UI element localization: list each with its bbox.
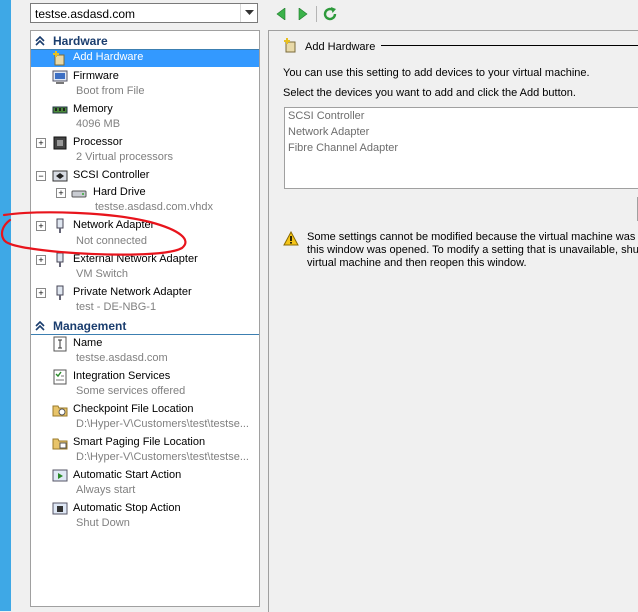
- tree-item-detail: Shut Down: [76, 517, 130, 529]
- tree-item-detail: Boot from File: [76, 85, 145, 97]
- tree-item-label: Processor: [73, 136, 123, 148]
- back-arrow-icon[interactable]: [270, 5, 292, 23]
- automatic-stop-icon: [52, 501, 68, 517]
- device-list[interactable]: SCSI Controller Network Adapter Fibre Ch…: [284, 107, 638, 189]
- tree-item-detail: VM Switch: [76, 268, 128, 280]
- tree-item-label: Add Hardware: [73, 51, 144, 63]
- warning-line: this window was opened. To modify a sett…: [307, 244, 638, 256]
- device-option[interactable]: Network Adapter: [288, 126, 369, 138]
- tree-item-detail: 2 Virtual processors: [76, 151, 174, 163]
- tree-item-firmware[interactable]: Firmware: [31, 69, 259, 86]
- add-hardware-icon: [52, 50, 68, 66]
- tree-item-label: External Network Adapter: [73, 253, 198, 265]
- collapse-chevron-icon[interactable]: [35, 320, 47, 331]
- expand-plus-icon[interactable]: +: [56, 188, 66, 198]
- processor-icon: [52, 135, 68, 151]
- tree-item-label: Automatic Stop Action: [73, 502, 181, 514]
- tree-item-label: Network Adapter: [73, 219, 155, 231]
- tree-item-hard-drive[interactable]: + Hard Drive: [31, 185, 259, 202]
- panel-title-label: Add Hardware: [305, 40, 376, 53]
- memory-icon: [52, 102, 68, 118]
- tree-item-detail: D:\Hyper-V\Customers\test\testse...: [76, 418, 249, 430]
- warning-line: virtual machine and then reopen this win…: [307, 257, 527, 269]
- collapse-chevron-icon[interactable]: [35, 35, 47, 46]
- tree-item-network-adapter[interactable]: + Network Adapter: [31, 218, 259, 235]
- panel-title: Add Hardware: [283, 37, 375, 56]
- tree-item-external-network-adapter[interactable]: + External Network Adapter: [31, 252, 259, 269]
- tree-item-label: Firmware: [73, 70, 119, 82]
- warning-line: Some settings cannot be modified because…: [307, 231, 638, 243]
- vm-selector-value: testse.asdasd.com: [35, 7, 136, 21]
- firmware-icon: [52, 69, 68, 85]
- tree-item-detail: Not connected: [76, 235, 147, 247]
- management-header-label: Management: [53, 318, 127, 333]
- tree-item-integration-services[interactable]: Integration Services: [31, 369, 259, 386]
- toolbar-separator: [316, 6, 317, 22]
- tree-item-detail: testse.asdasd.com: [76, 352, 168, 364]
- tree-item-name[interactable]: Name: [31, 336, 259, 353]
- navigation-toolbar: [270, 4, 341, 24]
- tree-item-private-network-adapter[interactable]: + Private Network Adapter: [31, 285, 259, 302]
- hard-drive-icon: [71, 185, 87, 201]
- add-hardware-icon: [283, 37, 299, 56]
- tree-item-smart-paging-file-location[interactable]: Smart Paging File Location: [31, 435, 259, 452]
- checkpoint-folder-icon: [52, 402, 68, 418]
- expand-plus-icon[interactable]: +: [36, 255, 46, 265]
- title-divider: [381, 45, 638, 46]
- device-option[interactable]: Fibre Channel Adapter: [288, 142, 398, 154]
- settings-tree: Hardware Add Hardware Firmware Boot from…: [30, 30, 260, 607]
- automatic-start-icon: [52, 468, 68, 484]
- expand-plus-icon[interactable]: +: [36, 221, 46, 231]
- intro-text: You can use this setting to add devices …: [283, 67, 590, 79]
- network-adapter-icon: [52, 285, 68, 301]
- warning-icon: [283, 230, 299, 249]
- forward-arrow-icon[interactable]: [292, 5, 314, 23]
- hardware-header-label: Hardware: [53, 33, 108, 48]
- instruction-text: Select the devices you want to add and c…: [283, 87, 576, 99]
- expand-plus-icon[interactable]: +: [36, 138, 46, 148]
- tree-item-label: Smart Paging File Location: [73, 436, 206, 448]
- tree-item-label: Integration Services: [73, 370, 171, 382]
- smart-paging-folder-icon: [52, 435, 68, 451]
- tree-item-label: SCSI Controller: [73, 169, 150, 181]
- device-option[interactable]: SCSI Controller: [288, 110, 364, 122]
- tree-item-label: Private Network Adapter: [73, 286, 192, 298]
- tree-item-automatic-start-action[interactable]: Automatic Start Action: [31, 468, 259, 485]
- tree-item-detail: Some services offered: [76, 385, 186, 397]
- window-edge-gap: [11, 0, 19, 611]
- window-edge-bar: [0, 0, 11, 611]
- tree-item-processor[interactable]: + Processor: [31, 135, 259, 152]
- tree-item-label: Hard Drive: [93, 186, 146, 198]
- tree-item-label: Memory: [73, 103, 113, 115]
- name-field-icon: [52, 336, 68, 352]
- add-hardware-panel: Add Hardware You can use this setting to…: [268, 30, 638, 612]
- tree-item-detail: testse.asdasd.com.vhdx: [95, 201, 214, 213]
- tree-item-memory[interactable]: Memory: [31, 102, 259, 119]
- tree-item-scsi-controller[interactable]: − SCSI Controller: [31, 168, 259, 185]
- tree-item-detail: Always start: [76, 484, 136, 496]
- vm-selector-dropdown[interactable]: testse.asdasd.com: [30, 3, 258, 23]
- tree-item-label: Name: [73, 337, 103, 349]
- integration-services-icon: [52, 369, 68, 385]
- refresh-icon[interactable]: [319, 5, 341, 23]
- tree-item-label: Checkpoint File Location: [73, 403, 194, 415]
- chevron-down-icon[interactable]: [240, 4, 257, 22]
- tree-item-automatic-stop-action[interactable]: Automatic Stop Action: [31, 501, 259, 518]
- tree-item-detail: test - DE-NBG-1: [76, 301, 157, 313]
- management-section-header[interactable]: Management: [31, 317, 259, 335]
- tree-item-label: Automatic Start Action: [73, 469, 182, 481]
- collapse-minus-icon[interactable]: −: [36, 171, 46, 181]
- tree-item-checkpoint-file-location[interactable]: Checkpoint File Location: [31, 402, 259, 419]
- hardware-section-header[interactable]: Hardware: [31, 32, 259, 50]
- expand-plus-icon[interactable]: +: [36, 288, 46, 298]
- scsi-controller-icon: [52, 168, 68, 184]
- tree-item-add-hardware[interactable]: Add Hardware: [31, 50, 259, 67]
- tree-item-detail: D:\Hyper-V\Customers\test\testse...: [76, 451, 249, 463]
- tree-item-detail: 4096 MB: [76, 118, 121, 130]
- network-adapter-icon: [52, 218, 68, 234]
- network-adapter-icon: [52, 252, 68, 268]
